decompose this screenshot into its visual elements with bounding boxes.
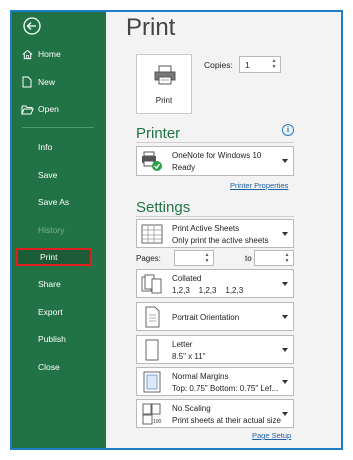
- section-divider: [136, 216, 294, 217]
- printer-properties-link[interactable]: Printer Properties: [230, 181, 288, 190]
- paper-size-icon: [145, 339, 159, 360]
- sidebar-item-new[interactable]: New: [12, 74, 106, 90]
- backstage-sidebar: Home New Open Info Save Save As History: [12, 12, 106, 448]
- spin-down-icon[interactable]: ▼: [283, 258, 291, 264]
- spin-down-icon[interactable]: ▼: [270, 64, 278, 70]
- print-button-label: Print: [155, 96, 173, 105]
- copies-value: 1: [245, 60, 250, 70]
- printer-name: OneNote for Windows 10: [172, 151, 262, 160]
- section-divider: [136, 142, 294, 143]
- page-title: Print: [126, 14, 176, 41]
- paper-size-dropdown[interactable]: Letter 8.5" x 11": [136, 335, 294, 364]
- copies-spinner[interactable]: ▲ ▼: [270, 58, 278, 71]
- chevron-down-icon: [282, 411, 288, 416]
- printer-heading: Printer: [136, 125, 181, 142]
- print-pane: Print Print Copies: 1 ▲ ▼ Printer i OneN…: [106, 12, 341, 448]
- printer-ready-icon: [142, 151, 162, 171]
- backstage-window: Home New Open Info Save Save As History: [10, 10, 343, 450]
- paper-size-title: Letter: [172, 340, 193, 349]
- sidebar-item-label: Print: [40, 252, 58, 262]
- page-setup-link[interactable]: Page Setup: [252, 431, 291, 440]
- sidebar-item-label: New: [38, 77, 56, 87]
- chevron-down-icon: [282, 379, 288, 384]
- sidebar-item-save-as[interactable]: Save As: [12, 194, 106, 210]
- sidebar-item-label: Info: [38, 142, 53, 152]
- sidebar-item-print[interactable]: Print: [16, 248, 92, 266]
- scaling-desc: Print sheets at their actual size: [172, 416, 281, 425]
- svg-text:100: 100: [153, 419, 162, 425]
- sidebar-item-label: Home: [38, 49, 61, 59]
- sidebar-item-history: History: [12, 222, 106, 238]
- paper-size-desc: 8.5" x 11": [172, 352, 206, 361]
- sidebar-item-label: Save As: [38, 197, 70, 207]
- chevron-down-icon: [282, 347, 288, 352]
- collated-pages-icon: [141, 274, 162, 293]
- copies-input[interactable]: 1 ▲ ▼: [239, 56, 281, 73]
- scaling-dropdown[interactable]: 100 No Scaling Print sheets at their act…: [136, 399, 294, 428]
- sidebar-item-close[interactable]: Close: [12, 359, 106, 375]
- print-what-title: Print Active Sheets: [172, 224, 240, 233]
- folder-open-icon: [20, 103, 34, 115]
- sidebar-item-label: Share: [38, 279, 61, 289]
- margins-desc: Top: 0.75" Bottom: 0.75" Lef...: [172, 384, 279, 393]
- margins-dropdown[interactable]: Normal Margins Top: 0.75" Bottom: 0.75" …: [136, 367, 294, 396]
- new-document-icon: [20, 76, 34, 88]
- print-what-desc: Only print the active sheets: [172, 236, 269, 245]
- sidebar-item-save[interactable]: Save: [12, 167, 106, 183]
- settings-heading: Settings: [136, 199, 191, 216]
- sidebar-item-label: Export: [38, 307, 63, 317]
- sheet-grid-icon: [141, 224, 163, 243]
- sidebar-item-share[interactable]: Share: [12, 276, 106, 292]
- portrait-page-icon: [145, 306, 160, 327]
- sidebar-item-label: Open: [38, 104, 59, 114]
- sidebar-item-label: Publish: [38, 334, 66, 344]
- margins-title: Normal Margins: [172, 372, 229, 381]
- printer-status: Ready: [172, 163, 196, 172]
- sidebar-item-export[interactable]: Export: [12, 304, 106, 320]
- scaling-icon: 100: [142, 403, 162, 425]
- print-button[interactable]: Print: [136, 54, 192, 114]
- copies-label: Copies:: [204, 60, 233, 70]
- sidebar-item-label: Save: [38, 170, 58, 180]
- collation-dropdown[interactable]: Collated 1,2,3 1,2,3 1,2,3: [136, 269, 294, 298]
- pages-from-spinner[interactable]: ▲ ▼: [203, 252, 211, 265]
- print-what-dropdown[interactable]: Print Active Sheets Only print the activ…: [136, 219, 294, 248]
- sidebar-item-open[interactable]: Open: [12, 101, 106, 117]
- collation-title: Collated: [172, 274, 202, 283]
- sidebar-item-label: History: [38, 225, 65, 235]
- home-icon: [20, 48, 34, 60]
- sidebar-item-info[interactable]: Info: [12, 139, 106, 155]
- info-icon[interactable]: i: [282, 124, 294, 136]
- orientation-dropdown[interactable]: Portrait Orientation: [136, 302, 294, 331]
- chevron-down-icon: [282, 281, 288, 286]
- printer-dropdown[interactable]: OneNote for Windows 10 Ready: [136, 146, 294, 176]
- pages-to-input[interactable]: ▲ ▼: [254, 250, 294, 266]
- pages-label: Pages:: [136, 254, 161, 263]
- chevron-down-icon: [282, 314, 288, 319]
- scaling-title: No Scaling: [172, 404, 211, 413]
- sidebar-item-label: Close: [38, 362, 60, 372]
- sidebar-divider: [22, 127, 94, 128]
- pages-from-input[interactable]: ▲ ▼: [174, 250, 214, 266]
- chevron-down-icon: [282, 159, 288, 163]
- back-arrow-icon[interactable]: [22, 16, 42, 36]
- margins-icon: [143, 371, 161, 392]
- collation-desc: 1,2,3 1,2,3 1,2,3: [172, 286, 244, 295]
- spin-down-icon[interactable]: ▼: [203, 258, 211, 264]
- pages-to-spinner[interactable]: ▲ ▼: [283, 252, 291, 265]
- chevron-down-icon: [282, 231, 288, 236]
- sidebar-item-publish[interactable]: Publish: [12, 331, 106, 347]
- orientation-title: Portrait Orientation: [172, 313, 240, 322]
- printer-icon: [154, 65, 176, 85]
- to-label: to: [245, 254, 252, 263]
- sidebar-item-home[interactable]: Home: [12, 46, 106, 62]
